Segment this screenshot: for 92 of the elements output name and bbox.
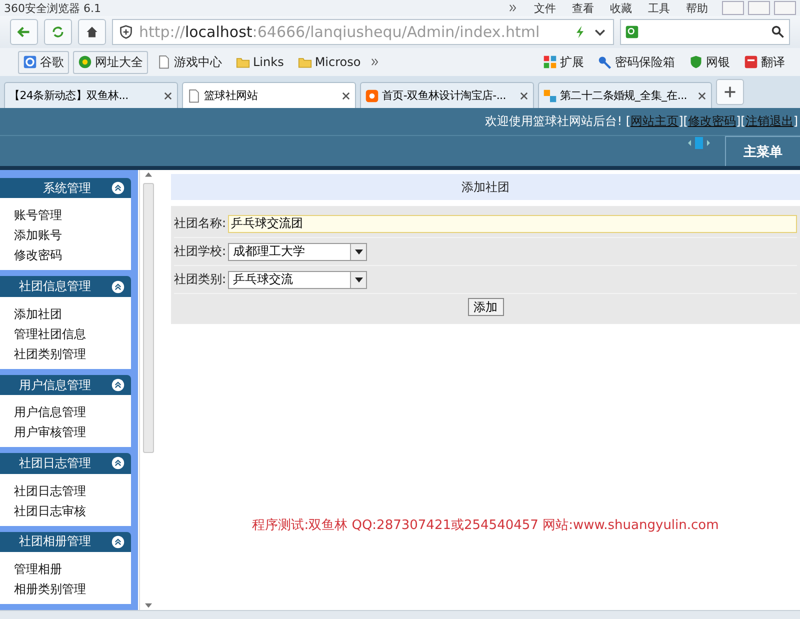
browser-tab[interactable]: 篮球社网站 — [182, 82, 356, 108]
bookmark-item[interactable]: 游戏中心 — [152, 50, 227, 74]
menu-item[interactable]: 查看 — [572, 0, 594, 16]
select-field[interactable]: 乒乓球交流 — [228, 270, 368, 288]
extension-button[interactable]: 翻译 — [739, 50, 790, 74]
browser-tab[interactable]: 【24条新动态】双鱼林... — [4, 82, 178, 108]
caret-icon — [354, 248, 363, 254]
globe-icon — [78, 55, 92, 69]
browser-tab[interactable]: 第二十二条婚规_全集_在... — [538, 82, 712, 108]
collapse-icon — [111, 280, 125, 294]
bookmark-item[interactable]: 网址大全 — [73, 50, 148, 74]
collapse-icon — [111, 534, 125, 549]
field-label: 社团学校: — [174, 243, 226, 260]
chevron-icon — [508, 3, 518, 13]
scrollbar[interactable] — [139, 170, 157, 610]
key-icon — [598, 55, 612, 69]
sidebar-item[interactable]: 社团类别管理 — [14, 344, 131, 364]
menu-item[interactable]: 工具 — [648, 0, 670, 16]
sidebar-group-header[interactable]: 社团相册管理 — [0, 532, 131, 552]
new-tab-button[interactable] — [716, 79, 744, 105]
add-button[interactable]: 添加 — [468, 298, 504, 316]
back-button[interactable] — [10, 19, 38, 45]
plus-icon — [723, 85, 737, 99]
back-arrow-icon — [17, 25, 31, 39]
collapse-icon — [111, 456, 125, 470]
taobao-icon — [365, 88, 379, 102]
bookmark-item[interactable]: Microso — [292, 52, 366, 72]
sidebar-group-header[interactable]: 用户信息管理 — [0, 374, 131, 396]
page-icon — [157, 55, 171, 69]
sidebar-group-header[interactable]: 系统管理 — [0, 178, 131, 198]
chevron-icon — [370, 57, 380, 67]
search-field[interactable] — [620, 19, 790, 45]
sidebar-item[interactable]: 账号管理 — [14, 205, 131, 226]
down-arrow-icon — [145, 603, 152, 608]
collapse-icon — [111, 378, 125, 392]
folder-icon — [236, 55, 250, 69]
sidebar-item[interactable]: 相册类别管理 — [14, 579, 131, 600]
welcome-message: 欢迎使用篮球社网站后台! [网站主页][修改密码][注销退出] — [485, 113, 798, 130]
up-arrow-icon — [145, 172, 152, 177]
home-icon — [85, 25, 99, 39]
extension-button[interactable]: 网银 — [684, 50, 735, 74]
close-icon — [697, 90, 707, 100]
menu-item[interactable]: 帮助 — [686, 0, 708, 16]
folder-icon — [298, 55, 312, 69]
header-link[interactable]: 修改密码 — [688, 114, 736, 128]
shield-icon — [119, 25, 133, 39]
field-label: 社团名称: — [174, 215, 226, 232]
sidebar-item[interactable]: 用户审核管理 — [14, 422, 131, 442]
menu-item[interactable]: 文件 — [534, 0, 556, 16]
close-icon — [341, 90, 351, 100]
header-link[interactable]: 网站主页 — [630, 114, 679, 128]
bookmark-item[interactable]: Links — [231, 52, 289, 72]
name-input-field[interactable]: 乒乓球交流团 — [228, 214, 797, 232]
extension-button[interactable]: 扩展 — [538, 50, 589, 74]
close-icon — [163, 90, 173, 100]
sidebar-item[interactable]: 社团日志审核 — [14, 500, 131, 521]
soku-icon — [543, 88, 557, 102]
footer-credit: 程序测试:双鱼林 QQ:287307421或254540457 网站:www.shuangyulin.com — [251, 517, 720, 534]
sidebar-item[interactable]: 社团日志管理 — [14, 480, 131, 501]
bookmark-item[interactable]: 谷歌 — [18, 50, 69, 74]
translate-icon — [744, 55, 758, 69]
sidebar-group-header[interactable]: 社团日志管理 — [0, 453, 131, 474]
collapse-icon — [111, 181, 125, 196]
field-label: 社团类别: — [174, 271, 226, 288]
sidebar-item[interactable]: 添加社团 — [14, 304, 131, 324]
refresh-icon — [51, 25, 65, 39]
sidebar-item[interactable]: 管理社团信息 — [14, 324, 131, 344]
sidebar-group-header[interactable]: 社团信息管理 — [0, 276, 131, 297]
browser-tab[interactable]: 首页-双鱼林设计淘宝店-... — [360, 82, 534, 108]
home-button[interactable] — [78, 19, 106, 45]
header-link[interactable]: 注销退出 — [745, 114, 794, 128]
page-icon — [187, 88, 201, 102]
main-menu-tab[interactable]: 主菜单 — [725, 136, 800, 166]
extension-button[interactable]: 密码保险箱 — [593, 50, 680, 74]
g-logo-icon — [23, 55, 37, 69]
sidebar-item[interactable]: 修改密码 — [14, 245, 131, 266]
sidebar-item[interactable]: 添加账号 — [14, 225, 131, 246]
address-field[interactable]: http://localhost:64666/lanqiushequ/Admin/index.html — [112, 19, 614, 45]
sidebar-toggle-icon — [687, 136, 711, 150]
sidebar-item[interactable]: 用户信息管理 — [14, 402, 131, 422]
window-title: 360安全浏览器 6.1 — [4, 0, 102, 16]
menu-item[interactable]: 收藏 — [610, 0, 632, 16]
close-icon — [519, 90, 529, 100]
search-engine-icon — [625, 25, 639, 39]
shield-icon — [689, 55, 703, 69]
form-title: 添加社团 — [171, 174, 800, 200]
select-field[interactable]: 成都理工大学 — [228, 242, 368, 260]
search-icon — [771, 25, 785, 39]
caret-icon — [354, 276, 363, 282]
sidebar-item[interactable]: 管理相册 — [14, 559, 131, 580]
refresh-button[interactable] — [44, 19, 72, 45]
grid-icon — [543, 55, 557, 69]
